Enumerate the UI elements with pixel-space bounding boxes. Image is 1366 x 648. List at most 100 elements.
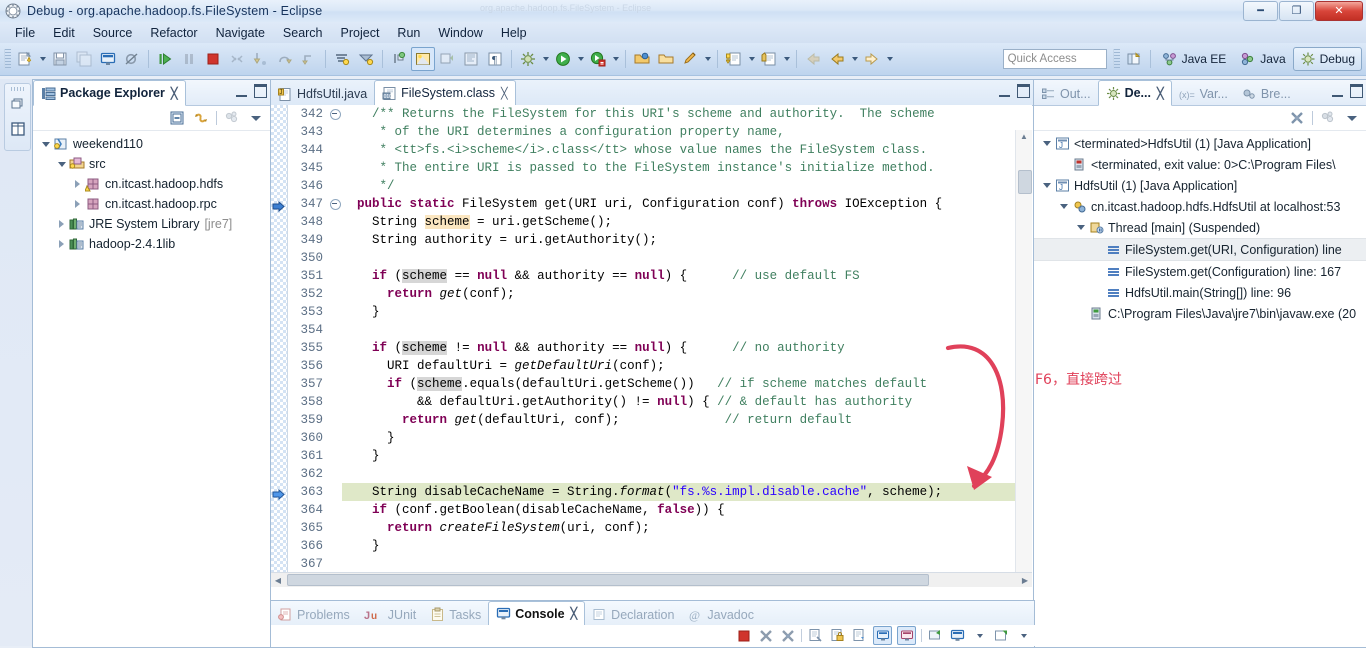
- twisty-expanded-icon[interactable]: [1074, 218, 1087, 238]
- twisty-expanded-icon[interactable]: [39, 134, 52, 154]
- debug-tree-item[interactable]: cn.itcast.hadoop.hdfs.HdfsUtil at localh…: [1034, 196, 1366, 217]
- code-line[interactable]: URI defaultUri = getDefaultUri(conf);: [342, 357, 1015, 375]
- code-line[interactable]: [342, 465, 1015, 483]
- new-java-class-icon[interactable]: [722, 47, 746, 71]
- tab-debug[interactable]: De... ╳: [1097, 80, 1172, 106]
- tab-hdfsutil-java[interactable]: J HdfsUtil.java: [271, 82, 374, 106]
- minimize-button[interactable]: ━: [1243, 1, 1278, 21]
- forward-back-icon[interactable]: [825, 47, 849, 71]
- tree-item-weekend110[interactable]: weekend110: [33, 134, 271, 154]
- maximize-view-button[interactable]: [1350, 84, 1363, 98]
- code-line[interactable]: return get(defaultUri, conf); // return …: [342, 411, 1015, 429]
- pilcrow-icon[interactable]: ¶: [483, 47, 507, 71]
- open-console-icon[interactable]: [949, 627, 966, 644]
- code-line[interactable]: }: [342, 537, 1015, 555]
- code-line[interactable]: return createFileSystem(uri, conf);: [342, 519, 1015, 537]
- debug-tree-item[interactable]: FileSystem.get(Configuration) line: 167: [1034, 261, 1366, 282]
- code-line[interactable]: if (scheme.equals(defaultUri.getScheme()…: [342, 375, 1015, 393]
- terminate-icon[interactable]: [201, 47, 225, 71]
- tab-breakpoints[interactable]: Bre...: [1235, 82, 1298, 106]
- menu-file[interactable]: File: [6, 24, 44, 42]
- maximize-editor-button[interactable]: [1017, 84, 1030, 98]
- code-line[interactable]: * <tt>fs.<i>scheme</i>.class</tt> whose …: [342, 141, 1015, 159]
- debug-launch-icon[interactable]: [516, 47, 540, 71]
- debug-tree-item[interactable]: J HdfsUtil (1) [Java Application]: [1034, 175, 1366, 196]
- new-java-console-icon[interactable]: [96, 47, 120, 71]
- code-viewer[interactable]: 342 343 344 345 346 347 348 349 350 351 352 353 354 3…: [271, 105, 1032, 587]
- tab-package-explorer[interactable]: Package Explorer ╳: [33, 80, 186, 106]
- perspective-debug[interactable]: Debug: [1292, 47, 1362, 71]
- perspective-java-ee[interactable]: Java EE: [1155, 47, 1234, 71]
- tree-item-hadoop-lib[interactable]: hadoop-2.4.1lib: [33, 234, 271, 254]
- toolbar-grip[interactable]: [4, 49, 11, 69]
- tab-filesystem-class[interactable]: 010 FileSystem.class ╳: [374, 80, 516, 106]
- twisty-expanded-icon[interactable]: [1057, 197, 1070, 217]
- new-console-dropdown-icon[interactable]: [1015, 627, 1032, 644]
- disconnect-icon[interactable]: [225, 47, 249, 71]
- menu-search[interactable]: Search: [274, 24, 332, 42]
- remove-all-terminated-icon[interactable]: [779, 627, 796, 644]
- new-package-icon[interactable]: [757, 47, 781, 71]
- save-icon[interactable]: [48, 47, 72, 71]
- debug-tree-item[interactable]: <terminated, exit value: 0>C:\Program Fi…: [1034, 154, 1366, 175]
- pin-console-icon[interactable]: [873, 626, 892, 645]
- horizontal-scrollbar-thumb[interactable]: [287, 574, 929, 586]
- new-class-dropdown-icon[interactable]: [746, 48, 757, 70]
- restore-icon[interactable]: [9, 94, 26, 111]
- tree-item-cn-itcast-hadoop-rpc[interactable]: cn.itcast.hadoop.rpc: [33, 194, 271, 214]
- toggle-mark-occurrences-icon[interactable]: [411, 47, 435, 71]
- open-console-dropdown-icon[interactable]: [971, 627, 988, 644]
- scroll-up-icon[interactable]: ▲: [1017, 130, 1031, 143]
- vertical-scrollbar-thumb[interactable]: [1018, 170, 1032, 194]
- twisty-expanded-icon[interactable]: [1040, 176, 1053, 196]
- terminate-icon[interactable]: [735, 627, 752, 644]
- close-icon[interactable]: ╳: [171, 87, 178, 100]
- code-line[interactable]: String authority = uri.getAuthority();: [342, 231, 1015, 249]
- code-line[interactable]: }: [342, 429, 1015, 447]
- code-line[interactable]: public static FileSystem get(URI uri, Co…: [342, 195, 1015, 213]
- tab-console[interactable]: Console ╳: [488, 601, 586, 626]
- collapse-all-icon[interactable]: [168, 109, 186, 127]
- debug-tree-item[interactable]: C:\Program Files\Java\jre7\bin\javaw.exe…: [1034, 303, 1366, 324]
- twisty-expanded-icon[interactable]: [55, 154, 68, 174]
- view-tree-icon[interactable]: [1319, 109, 1337, 127]
- twisty-collapsed-icon[interactable]: [55, 234, 68, 254]
- tree-item-jre-system-library[interactable]: JRE System Library [jre7]: [33, 214, 271, 234]
- new-dropdown-icon[interactable]: [37, 48, 48, 70]
- search-icon[interactable]: [678, 47, 702, 71]
- code-line[interactable]: return get(conf);: [342, 285, 1015, 303]
- menu-edit[interactable]: Edit: [44, 24, 84, 42]
- tab-javadoc[interactable]: @ Javadoc: [681, 603, 761, 626]
- maximize-view-button[interactable]: [254, 84, 267, 98]
- scroll-right-icon[interactable]: ▶: [1018, 574, 1032, 587]
- code-line[interactable]: }: [342, 303, 1015, 321]
- close-button[interactable]: ✕: [1315, 1, 1363, 21]
- fold-collapse-icon[interactable]: [328, 195, 342, 213]
- code-line[interactable]: if (conf.getBoolean(disableCacheName, fa…: [342, 501, 1015, 519]
- drop-to-frame-icon[interactable]: [354, 47, 378, 71]
- tab-junit[interactable]: Ju JUnit: [357, 603, 423, 626]
- perspective-grip[interactable]: [1112, 49, 1120, 69]
- code-line[interactable]: if (scheme != null && authority == null)…: [342, 339, 1015, 357]
- step-into-icon[interactable]: [249, 47, 273, 71]
- code-line[interactable]: * of the URI determines a configuration …: [342, 123, 1015, 141]
- suspend-icon[interactable]: [177, 47, 201, 71]
- quick-access-input[interactable]: Quick Access: [1002, 49, 1107, 69]
- new-package-dropdown-icon[interactable]: [781, 48, 792, 70]
- toggle-block-selection-icon[interactable]: [435, 47, 459, 71]
- twisty-collapsed-icon[interactable]: [71, 194, 84, 214]
- editor-horizontal-scrollbar[interactable]: ◀ ▶: [271, 572, 1032, 587]
- scroll-left-icon[interactable]: ◀: [271, 574, 285, 587]
- code-line[interactable]: */: [342, 177, 1015, 195]
- remove-launch-icon[interactable]: [757, 627, 774, 644]
- external-tools-dropdown-icon[interactable]: [610, 48, 621, 70]
- tab-variables[interactable]: (x)= Var...: [1172, 82, 1235, 106]
- code-line[interactable]: [342, 249, 1015, 267]
- open-type-icon[interactable]: [630, 47, 654, 71]
- code-line[interactable]: [342, 321, 1015, 339]
- step-over-icon[interactable]: [273, 47, 297, 71]
- minimize-view-button[interactable]: [1332, 86, 1343, 97]
- menu-project[interactable]: Project: [332, 24, 389, 42]
- link-with-editor-icon[interactable]: [192, 109, 210, 127]
- focus-on-active-task-icon[interactable]: [223, 109, 241, 127]
